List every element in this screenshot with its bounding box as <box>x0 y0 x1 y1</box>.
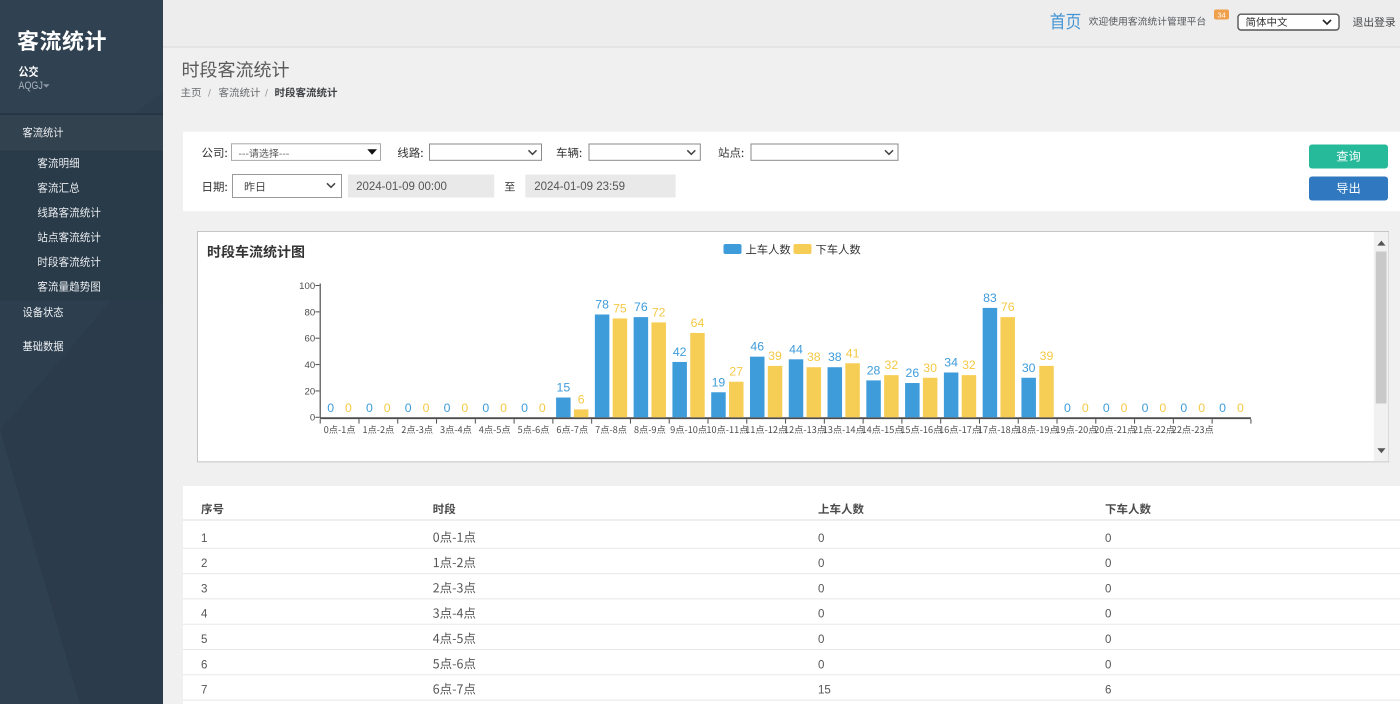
svg-text:32: 32 <box>962 358 976 372</box>
svg-text:2: 2 <box>201 558 207 570</box>
svg-text:0: 0 <box>1105 659 1111 671</box>
svg-text:1: 1 <box>201 533 207 545</box>
svg-text:0: 0 <box>345 401 352 415</box>
svg-text:0: 0 <box>405 401 412 415</box>
svg-text:AQGJ: AQGJ <box>19 80 43 92</box>
svg-text:27: 27 <box>729 365 743 379</box>
svg-text:30: 30 <box>923 361 937 375</box>
svg-text:0: 0 <box>327 401 334 415</box>
svg-text:0: 0 <box>1159 401 1166 415</box>
svg-text:20: 20 <box>305 386 316 397</box>
svg-text:0: 0 <box>1105 558 1111 570</box>
svg-text:0: 0 <box>1198 401 1205 415</box>
svg-text:2024-01-09 00:00: 2024-01-09 00:00 <box>356 181 447 193</box>
svg-text:83: 83 <box>983 291 997 305</box>
svg-text:0: 0 <box>461 401 468 415</box>
svg-text:78: 78 <box>595 298 609 312</box>
svg-text:0: 0 <box>1105 634 1111 646</box>
svg-text:0: 0 <box>1219 401 1226 415</box>
svg-text:34: 34 <box>1217 10 1225 19</box>
svg-text:26: 26 <box>906 366 920 380</box>
svg-text:4: 4 <box>201 609 208 621</box>
svg-text:0: 0 <box>310 413 315 424</box>
svg-text:/: / <box>208 87 211 99</box>
svg-text:0: 0 <box>1105 609 1111 621</box>
svg-text:44: 44 <box>789 342 803 356</box>
svg-text:0: 0 <box>1103 401 1110 415</box>
svg-text:0: 0 <box>1121 401 1128 415</box>
svg-text:72: 72 <box>652 305 666 319</box>
svg-text:0: 0 <box>818 533 824 545</box>
svg-text:0: 0 <box>500 401 507 415</box>
svg-text:64: 64 <box>691 316 705 330</box>
svg-text:41: 41 <box>846 346 860 360</box>
svg-text:28: 28 <box>867 363 881 377</box>
svg-text:75: 75 <box>613 301 627 315</box>
svg-text:0: 0 <box>818 659 824 671</box>
svg-text:39: 39 <box>768 349 782 363</box>
svg-text:0: 0 <box>818 558 824 570</box>
svg-text:0: 0 <box>1142 401 1149 415</box>
svg-text:100: 100 <box>299 281 315 292</box>
svg-text:0: 0 <box>423 401 430 415</box>
svg-text:6: 6 <box>1105 685 1111 697</box>
svg-text:60: 60 <box>305 334 316 345</box>
svg-text:39: 39 <box>1040 349 1054 363</box>
svg-text:76: 76 <box>634 300 648 314</box>
svg-text:40: 40 <box>305 360 316 371</box>
svg-text:3: 3 <box>201 583 207 595</box>
svg-text:2024-01-09 23:59: 2024-01-09 23:59 <box>534 181 625 193</box>
svg-text:0: 0 <box>1180 401 1187 415</box>
svg-text:19: 19 <box>712 375 726 389</box>
svg-text:0: 0 <box>818 583 824 595</box>
svg-text:80: 80 <box>305 307 316 318</box>
svg-text:46: 46 <box>750 340 764 354</box>
svg-text:0: 0 <box>1237 401 1244 415</box>
svg-text:0: 0 <box>539 401 546 415</box>
svg-text:0: 0 <box>384 401 391 415</box>
svg-text:0: 0 <box>818 634 824 646</box>
svg-text:32: 32 <box>885 358 899 372</box>
svg-text:76: 76 <box>1001 300 1015 314</box>
svg-text:7: 7 <box>201 685 207 697</box>
svg-text:15: 15 <box>556 381 570 395</box>
svg-text:0: 0 <box>521 401 528 415</box>
svg-text:6: 6 <box>578 392 585 406</box>
svg-text:6: 6 <box>201 659 207 671</box>
svg-text:38: 38 <box>828 350 842 364</box>
svg-text:0: 0 <box>444 401 451 415</box>
svg-text:0: 0 <box>1105 533 1111 545</box>
svg-text:0: 0 <box>1082 401 1089 415</box>
svg-text:0: 0 <box>482 401 489 415</box>
svg-text:0: 0 <box>366 401 373 415</box>
svg-text:30: 30 <box>1022 361 1036 375</box>
svg-text:15: 15 <box>818 685 831 697</box>
svg-text:0: 0 <box>1105 583 1111 595</box>
svg-text:5: 5 <box>201 634 207 646</box>
svg-text:0: 0 <box>818 609 824 621</box>
svg-text:0: 0 <box>1064 401 1071 415</box>
svg-text:42: 42 <box>673 345 687 359</box>
svg-text:/: / <box>265 87 268 99</box>
svg-text:38: 38 <box>807 350 821 364</box>
svg-text:34: 34 <box>944 355 958 369</box>
